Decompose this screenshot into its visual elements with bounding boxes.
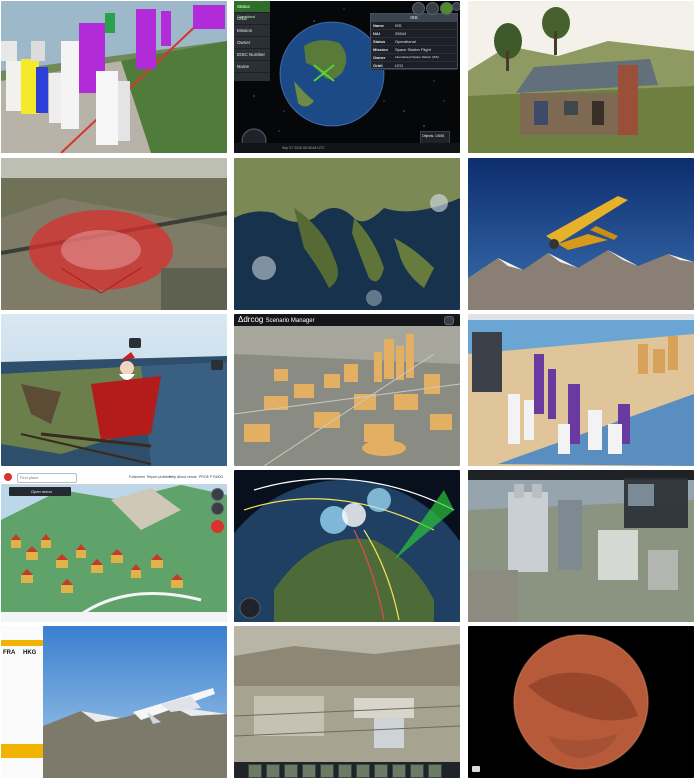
- tile-global-orbit-visualization[interactable]: [234, 470, 460, 622]
- top-link[interactable]: Help: [169, 474, 176, 480]
- tile-desert-aerial-terrain[interactable]: [234, 626, 460, 778]
- desert-scene: [234, 626, 460, 778]
- satellite-info-panel: ISS Name ISS NAI 25544 Status Operational M…: [370, 13, 458, 70]
- sidebar-item-status[interactable]: Status: [234, 1, 270, 13]
- tile-nyc-3d-buildings[interactable]: [468, 314, 694, 466]
- scenario-city-scene: [234, 314, 460, 466]
- open-menu-button[interactable]: Open menu: [9, 487, 71, 496]
- mars-scene: [468, 626, 694, 778]
- map-footer: [1, 612, 227, 622]
- dome-scene: [1, 158, 227, 310]
- info-row: Orbit LEO: [371, 62, 457, 70]
- flight-header: [1, 640, 43, 646]
- tile-mars-globe[interactable]: [468, 626, 694, 778]
- scenario-header: Δdrcog Scenario Manager: [234, 314, 460, 326]
- info-panel-title: ISS: [371, 14, 457, 22]
- thumbnail[interactable]: [320, 764, 334, 778]
- timeline-bar[interactable]: Sep 07 2015 08:28:48 UTC: [234, 143, 460, 153]
- tile-airplane-mountains[interactable]: [468, 158, 694, 310]
- top-link[interactable]: About venue: [177, 474, 197, 480]
- flight-footer: [1, 744, 43, 758]
- tool-button[interactable]: [426, 2, 439, 15]
- info-row: Name ISS: [371, 22, 457, 30]
- city-scene: [1, 1, 227, 153]
- menu-button[interactable]: [444, 316, 454, 325]
- info-row: Status Operational: [371, 38, 457, 46]
- orbit-scene: [234, 470, 460, 622]
- tile-alpine-village-map[interactable]: Find place Fullscreen Report problem Hel…: [1, 470, 227, 622]
- top-link[interactable]: Report problem: [147, 474, 171, 480]
- tile-city-3d-buildings[interactable]: [1, 1, 227, 153]
- thumbnail[interactable]: [392, 764, 406, 778]
- sidebar-item-mission[interactable]: Mission: [234, 25, 270, 37]
- tile-city-photo-mesh[interactable]: [468, 470, 694, 622]
- thumbnail[interactable]: [266, 764, 280, 778]
- search-input[interactable]: Find place: [17, 473, 77, 483]
- zoom-in-button[interactable]: [211, 488, 224, 501]
- location-pin-icon: [4, 473, 12, 481]
- tile-iss-satellite-tracker[interactable]: Status Orbit Mission Owner IDSC Number N…: [234, 1, 460, 153]
- origin-code: FRA: [3, 650, 16, 656]
- sidebar-item-name[interactable]: Name: [234, 61, 270, 73]
- thumbnail[interactable]: [284, 764, 298, 778]
- photo-mesh-scene: [468, 470, 694, 622]
- tile-farmhouse-terrain[interactable]: [468, 1, 694, 153]
- zoom-out-button[interactable]: [211, 502, 224, 515]
- top-link[interactable]: PROE P RADO: [199, 474, 223, 480]
- top-link[interactable]: Fullscreen: [129, 474, 145, 480]
- santa-scene: [1, 314, 227, 466]
- filter-sidebar: Status Orbit Mission Owner IDSC Number N…: [234, 1, 270, 81]
- destination-code: HKG: [23, 650, 37, 656]
- thumbnail[interactable]: [410, 764, 424, 778]
- info-row: Owner International Space Station (ISS): [371, 54, 457, 62]
- tool-button[interactable]: [412, 2, 425, 15]
- tile-southeast-asia-satellite[interactable]: [234, 158, 460, 310]
- thumbnail[interactable]: [338, 764, 352, 778]
- sidebar-item-idsc-number[interactable]: IDSC Number: [234, 49, 270, 61]
- airplane-scene: [468, 158, 694, 310]
- nyc-scene: [468, 320, 694, 466]
- tile-flight-tracker[interactable]: FRA HKG: [1, 626, 227, 778]
- sidebar-item-owner[interactable]: Owner: [234, 37, 270, 49]
- tile-volume-dome-terrain[interactable]: [1, 158, 227, 310]
- tile-santa-sleigh-tracker[interactable]: [1, 314, 227, 466]
- thumbnail[interactable]: [374, 764, 388, 778]
- thumbnail[interactable]: [356, 764, 370, 778]
- thumbnail[interactable]: [428, 764, 442, 778]
- app-title: Δdrcog Scenario Manager: [238, 315, 315, 324]
- thumbnail[interactable]: [248, 764, 262, 778]
- help-icon[interactable]: [452, 2, 460, 11]
- farmhouse-scene: [468, 1, 694, 153]
- map-toolbar: Find place Fullscreen Report problem Hel…: [1, 470, 227, 485]
- record-button[interactable]: [211, 520, 224, 533]
- flight-info-panel: FRA HKG: [1, 626, 43, 778]
- status-value: Operational: [237, 15, 256, 19]
- tile-scenario-manager-city[interactable]: Δdrcog Scenario Manager: [234, 314, 460, 466]
- info-row: Mission Space Station Flight: [371, 46, 457, 54]
- thumbnail[interactable]: [302, 764, 316, 778]
- info-row: NAI 25544: [371, 30, 457, 38]
- satellite-earth-scene: [234, 158, 460, 310]
- tool-button[interactable]: [440, 2, 453, 15]
